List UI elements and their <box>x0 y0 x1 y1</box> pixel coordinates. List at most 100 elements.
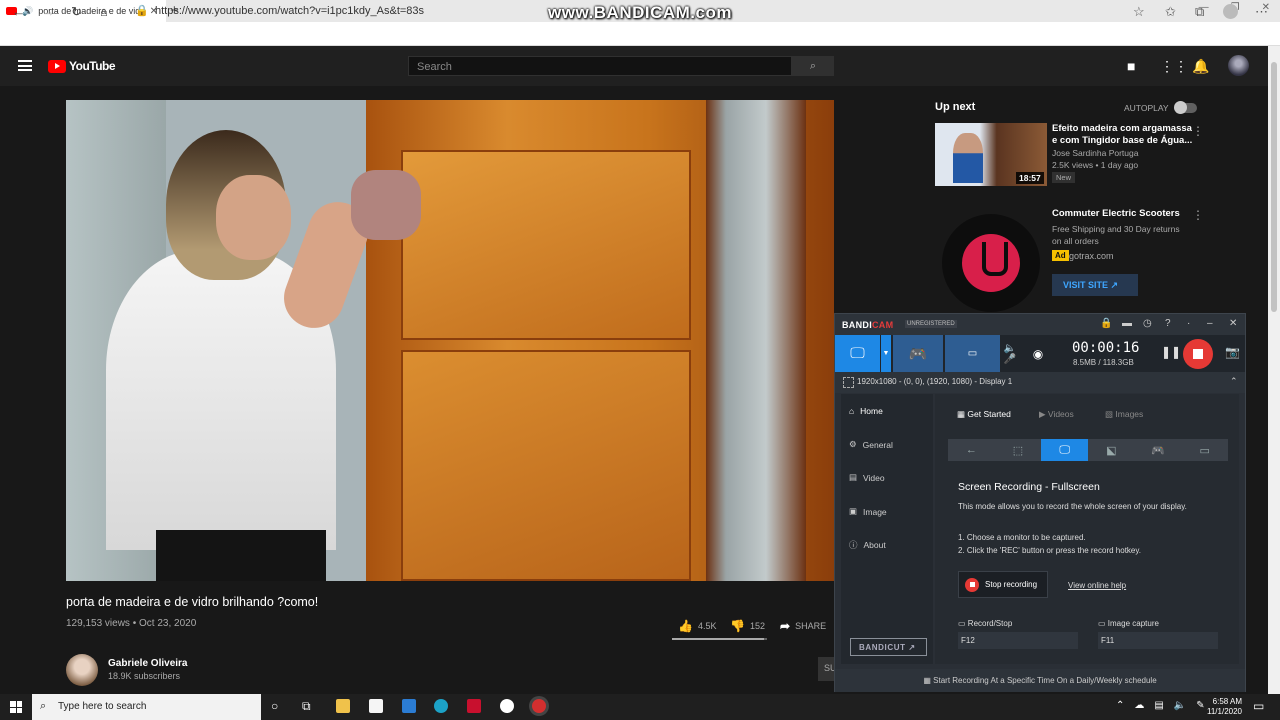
game-mode-icon[interactable]: 🎮 <box>1135 439 1182 461</box>
device-mode-icon[interactable]: ▭ <box>1181 439 1228 461</box>
video-frame-door-panel <box>401 350 691 581</box>
online-help-link[interactable]: View online help <box>1068 581 1126 590</box>
share-button[interactable]: ➦ SHARE <box>780 619 826 633</box>
close-icon[interactable]: ✕ <box>1229 318 1237 329</box>
camera-snapshot-icon[interactable]: 📷 <box>1225 345 1240 359</box>
store-icon[interactable] <box>369 699 383 713</box>
mode-dropdown-button[interactable]: ▼ <box>881 335 891 372</box>
windows-start-icon[interactable] <box>10 701 22 713</box>
recommended-video-info[interactable]: Efeito madeira com argamassa e com Tingi… <box>1052 123 1192 171</box>
visit-site-button[interactable]: VISIT SITE ↗ <box>1052 274 1138 296</box>
create-video-icon[interactable]: ■ <box>1127 58 1135 74</box>
back-icon[interactable]: ← <box>12 4 25 19</box>
network-icon[interactable]: ▤ <box>1154 700 1163 711</box>
channel-name[interactable]: Gabriele Oliveira <box>108 658 188 669</box>
channel-avatar[interactable] <box>66 654 98 686</box>
cortana-icon[interactable]: ○ <box>271 699 278 713</box>
ad-thumbnail[interactable] <box>942 214 1040 312</box>
onedrive-icon[interactable]: ☁ <box>1134 700 1144 711</box>
mic-toggle[interactable]: 🔈 🎤 <box>1001 335 1019 372</box>
pause-icon[interactable]: ❚❚ <box>1161 345 1181 359</box>
minimize-icon[interactable]: – <box>1207 318 1213 329</box>
refresh-icon[interactable]: ↻ <box>71 4 82 20</box>
schedule-bar[interactable]: ▦ Start Recording At a Specific Time On … <box>835 669 1245 692</box>
account-avatar[interactable] <box>1228 55 1249 76</box>
folder-icon[interactable]: ▬ <box>1122 318 1132 329</box>
notifications-icon[interactable]: ▭ <box>1253 699 1264 713</box>
edge-icon[interactable] <box>434 699 448 713</box>
favorites-icon[interactable]: ✩ <box>1165 4 1176 20</box>
record-hotkey-field[interactable]: F12 <box>958 632 1078 649</box>
webcam-toggle[interactable]: ◉ <box>1027 335 1049 372</box>
more-icon[interactable]: ⋯ <box>1255 4 1268 20</box>
dislike-button[interactable]: 👎 152 <box>730 619 765 633</box>
scrollbar-thumb[interactable] <box>1271 62 1277 312</box>
image-hotkey-field[interactable]: F11 <box>1098 632 1218 649</box>
around-mouse-mode-icon[interactable]: ⬕ <box>1088 439 1135 461</box>
youtube-logo[interactable]: YouTube <box>48 59 116 73</box>
rectangle-mode-icon[interactable]: ⬚ <box>995 439 1042 461</box>
chevron-down-icon: ▼ <box>882 350 890 357</box>
get-started-icon: ▦ <box>957 409 966 419</box>
mcafee-icon[interactable] <box>467 699 481 713</box>
recommended-title: Efeito madeira com argamassa <box>1052 123 1192 134</box>
menu-icon[interactable] <box>18 60 32 71</box>
search-icon: ⌕ <box>40 700 47 712</box>
fullscreen-mode-icon[interactable]: 🖵 <box>1041 439 1089 461</box>
tab-videos[interactable]: ▶ Videos <box>1039 409 1074 420</box>
bandicam-taskbar-icon[interactable] <box>532 699 546 713</box>
file-explorer-icon[interactable] <box>336 699 350 713</box>
bandicut-button[interactable]: BANDICUT ↗ <box>850 638 927 656</box>
forward-icon[interactable]: → <box>42 4 55 19</box>
taskbar-search-input[interactable]: Type here to search <box>32 694 261 720</box>
sidebar-label: Video <box>863 472 885 483</box>
search-input[interactable]: Search <box>408 56 792 76</box>
sidebar-item-general[interactable]: ⚙ General <box>849 439 893 450</box>
sidebar-item-about[interactable]: ⓘ About <box>849 539 886 551</box>
profile-icon[interactable] <box>1223 4 1238 19</box>
clock-icon[interactable]: ◷ <box>1143 318 1152 329</box>
hdmi-mode-button[interactable]: ▭ <box>945 335 1000 372</box>
like-button[interactable]: 👍 4.5K <box>678 619 716 633</box>
stop-recording-button[interactable]: Stop recording <box>958 571 1048 598</box>
share-label: SHARE <box>795 621 827 631</box>
autoplay-toggle[interactable] <box>1173 101 1197 114</box>
system-tray: ⌃ ☁ ▤ 🔈 ✎ <box>1116 700 1205 711</box>
home-icon[interactable]: ⌂ <box>100 4 108 19</box>
more-actions-icon[interactable]: ⋮ <box>1192 124 1204 138</box>
favorite-star-icon[interactable]: ☆ <box>1133 4 1145 20</box>
taskbar-clock[interactable]: 6:58 AM 11/1/2020 <box>1200 697 1242 717</box>
more-actions-icon[interactable]: ⋮ <box>1192 208 1204 222</box>
screen-mode-button[interactable]: 🖵 <box>835 335 880 372</box>
clock-time: 6:58 AM <box>1212 697 1242 706</box>
game-mode-button[interactable]: 🎮 <box>893 335 943 372</box>
notifications-bell-icon[interactable]: 🔔 <box>1192 58 1209 75</box>
url-text[interactable]: https://www.youtube.com/watch?v=i1pc1kdy… <box>155 5 424 17</box>
mail-icon[interactable] <box>402 699 416 713</box>
volume-icon[interactable]: 🔈 <box>1174 700 1186 711</box>
back-arrow-icon[interactable]: ← <box>948 439 995 461</box>
sidebar-item-video[interactable]: ▤ Video <box>849 472 885 483</box>
bandicam-titlebar <box>835 314 1245 335</box>
sidebar-item-image[interactable]: ▣ Image <box>849 506 887 517</box>
search-button[interactable]: ⌕ <box>792 56 834 76</box>
hotkey-label-text: Image capture <box>1107 619 1159 628</box>
recording-timer: 00:00:16 <box>1072 340 1140 356</box>
tab-get-started[interactable]: ▦ Get Started <box>957 409 1011 420</box>
sidebar-item-home[interactable]: ⌂ Home <box>849 406 883 416</box>
chevron-up-icon[interactable]: ⌃ <box>1116 700 1124 711</box>
ad-info[interactable]: Commuter Electric Scooters Free Shipping… <box>1052 208 1180 247</box>
help-icon[interactable]: ? <box>1165 318 1171 329</box>
video-player[interactable] <box>66 100 834 581</box>
tab-images[interactable]: ▧ Images <box>1105 409 1143 420</box>
apps-grid-icon[interactable]: ⋮⋮ <box>1160 58 1188 75</box>
stop-record-button[interactable] <box>1183 339 1213 369</box>
menu-dot-icon[interactable]: · <box>1187 318 1190 329</box>
yandex-icon[interactable] <box>500 699 514 713</box>
collapse-chevron-icon[interactable]: ⌃ <box>1230 376 1238 387</box>
task-view-icon[interactable]: ⧉ <box>302 699 311 714</box>
collections-icon[interactable]: ⧉ <box>1195 4 1204 20</box>
lock-icon[interactable]: 🔒 <box>1100 318 1112 329</box>
ad-description: Free Shipping and 30 Day returns <box>1052 224 1180 234</box>
ad-badge: Ad <box>1052 250 1069 261</box>
